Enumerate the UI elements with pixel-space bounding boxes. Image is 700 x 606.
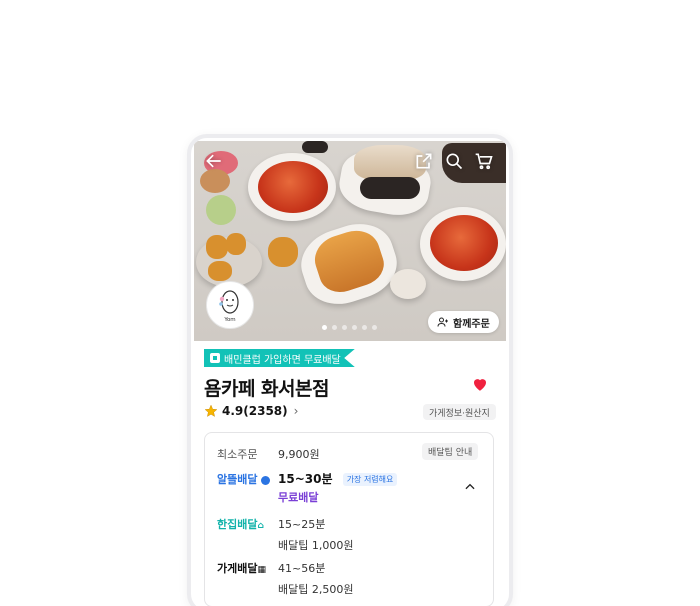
hero-toolbar (194, 141, 506, 181)
store-info-origin-button[interactable]: 가게정보·원산지 (423, 404, 496, 420)
min-order-value: 9,900원 (278, 448, 320, 461)
food-decoration (390, 269, 426, 299)
baemin-club-promo-badge[interactable]: 배민클럽 가입하면 무료배달 (204, 349, 355, 367)
store-icon: ▦ (257, 565, 266, 575)
store-hero-image[interactable]: Yom 함께주문 (194, 141, 506, 341)
together-order-button[interactable]: 함께주문 (428, 311, 499, 333)
food-decoration (208, 261, 232, 281)
house-icon: ⌂ (257, 521, 264, 531)
store-name: 욤카페 화서본점 (204, 378, 329, 400)
delivery-option-name: 알뜰배달 (217, 473, 258, 486)
delivery-time: 15~30분 (278, 472, 333, 486)
carousel-dot[interactable] (362, 325, 367, 330)
rating-value: 4.9(2358) (222, 404, 288, 418)
delivery-option-name: 한집배달 (217, 518, 258, 531)
search-icon[interactable] (442, 149, 466, 173)
carousel-dot[interactable] (352, 325, 357, 330)
alttle-logo-icon (261, 475, 271, 485)
cart-icon[interactable] (472, 149, 496, 173)
alttle-delivery-label: 알뜰배달 (217, 471, 271, 487)
promo-label: 배민클럽 가입하면 무료배달 (224, 354, 341, 366)
svg-text:Yom: Yom (223, 317, 235, 323)
food-decoration (430, 215, 498, 271)
star-icon (204, 404, 218, 417)
carousel-dot[interactable] (332, 325, 337, 330)
store-logo: Yom (206, 281, 254, 329)
together-order-label: 함께주문 (453, 318, 490, 330)
food-decoration (226, 233, 246, 255)
store-delivery-time: 41~56분 (278, 562, 326, 575)
alttle-delivery-fee: 무료배달 (278, 491, 319, 504)
heart-icon[interactable] (471, 375, 489, 393)
hanjip-delivery-fee: 배달팁 1,000원 (278, 539, 354, 552)
delivery-options-panel: 최소주문 9,900원 배달팁 안내 알뜰배달 15~30분 가장 저렴해요 무… (204, 432, 494, 606)
carousel-dot[interactable] (342, 325, 347, 330)
food-decoration (206, 235, 228, 259)
delivery-option-name: 가게배달 (217, 562, 258, 575)
delivery-tip-info-button[interactable]: 배달팁 안내 (422, 443, 479, 460)
food-decoration (268, 237, 298, 267)
chevron-up-icon[interactable] (463, 480, 477, 494)
cheapest-badge: 가장 저렴해요 (342, 473, 398, 486)
club-icon (210, 353, 220, 363)
store-logo-image: Yom (219, 290, 239, 323)
chevron-right-icon: › (293, 404, 299, 418)
carousel-indicator (322, 325, 377, 330)
share-icon[interactable] (412, 149, 436, 173)
person-plus-icon (437, 317, 448, 327)
alttle-delivery-time: 15~30분 가장 저렴해요 (278, 470, 398, 487)
min-order-label: 최소주문 (217, 448, 258, 461)
store-delivery-label: 가게배달▦ (217, 560, 266, 576)
hanjip-delivery-time: 15~25분 (278, 518, 326, 531)
rating-link[interactable]: 4.9(2358) › (204, 404, 298, 418)
phone-frame: Yom 함께주문 배민클럽 가입하면 무료배달 욤카페 화서본점 4.9(235… (187, 134, 513, 606)
hanjip-delivery-label: 한집배달⌂ (217, 516, 264, 532)
food-decoration (206, 195, 236, 225)
back-arrow-icon[interactable] (202, 149, 226, 173)
carousel-dot[interactable] (322, 325, 327, 330)
store-delivery-fee: 배달팁 2,500원 (278, 583, 354, 596)
carousel-dot[interactable] (372, 325, 377, 330)
